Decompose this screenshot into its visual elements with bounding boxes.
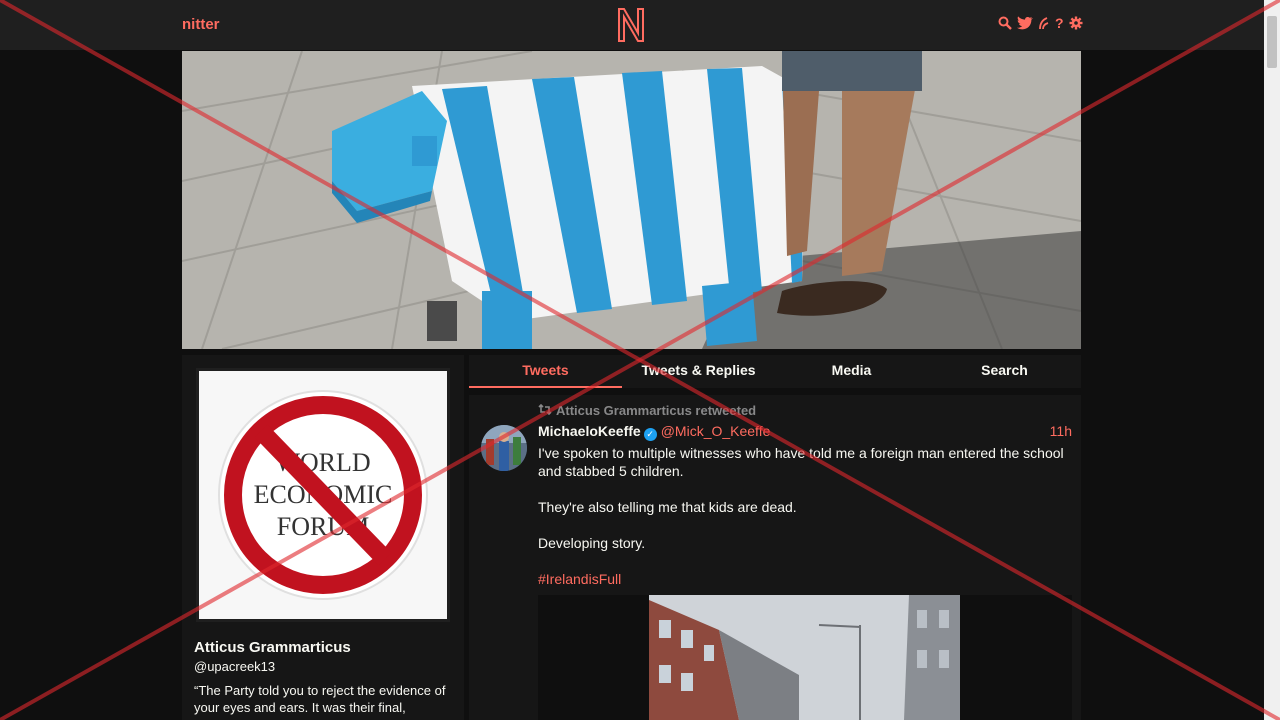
retweet-icon <box>538 403 552 418</box>
search-icon[interactable] <box>998 16 1012 30</box>
page-scrollbar[interactable] <box>1264 0 1280 720</box>
profile-fullname[interactable]: Atticus Grammarticus <box>194 639 351 656</box>
tab-tweets[interactable]: Tweets <box>469 355 622 388</box>
tweet-paragraph: They're also telling me that kids are de… <box>538 499 797 515</box>
tweet-paragraph: I've spoken to multiple witnesses who ha… <box>538 445 1064 479</box>
tweet-paragraph: Developing story. <box>538 535 646 551</box>
tweet-username[interactable]: @Mick_O_Keeffe <box>661 423 771 439</box>
profile-username[interactable]: @upacreek13 <box>194 659 275 674</box>
tweet-media-image[interactable] <box>649 595 960 720</box>
tweet-fullname[interactable]: MichaeloKeeffe <box>538 423 641 439</box>
profile-banner-image[interactable] <box>182 51 1081 349</box>
help-icon[interactable]: ? <box>1055 15 1064 31</box>
nav-icon-group: ? <box>998 15 1083 31</box>
nitter-logo-icon[interactable] <box>616 7 646 43</box>
nitter-brand-link[interactable]: nitter <box>182 16 220 33</box>
tweet-content: I've spoken to multiple witnesses who ha… <box>538 444 1072 606</box>
verified-badge-icon: ✓ <box>643 428 657 441</box>
timeline-tabs: Tweets Tweets & Replies Media Search <box>469 355 1081 388</box>
tab-tweets-replies[interactable]: Tweets & Replies <box>622 355 775 388</box>
retweet-header-text[interactable]: Atticus Grammarticus retweeted <box>556 403 756 418</box>
retweet-header: Atticus Grammarticus retweeted <box>538 403 756 418</box>
navbar: nitter ? <box>0 0 1264 51</box>
tweet-date[interactable]: 11h <box>1050 423 1072 439</box>
tweet-header: MichaeloKeeffe ✓ @Mick_O_Keeffe 11h <box>538 423 1072 441</box>
tweet-attachment <box>538 595 1072 720</box>
tweet-avatar[interactable] <box>481 425 527 471</box>
tweet-hashtag-link[interactable]: #IrelandisFull <box>538 571 621 587</box>
scrollbar-thumb[interactable] <box>1267 16 1277 68</box>
tab-media[interactable]: Media <box>775 355 928 388</box>
profile-avatar[interactable]: WORLD ECONOMIC FORUM <box>196 368 450 622</box>
gear-icon[interactable] <box>1069 16 1083 30</box>
bird-icon[interactable] <box>1017 16 1033 30</box>
rss-icon[interactable] <box>1038 16 1050 30</box>
profile-bio: “The Party told you to reject the eviden… <box>194 683 446 715</box>
tab-search[interactable]: Search <box>928 355 1081 388</box>
